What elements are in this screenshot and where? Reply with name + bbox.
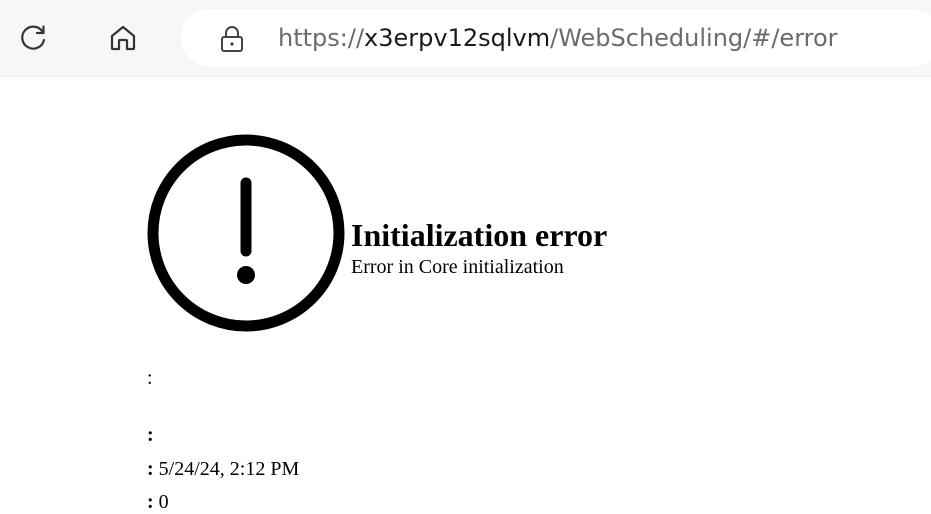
home-icon bbox=[110, 25, 136, 51]
browser-toolbar: https://x3erpv12sqlvm/WebScheduling/#/er… bbox=[0, 0, 931, 77]
refresh-icon bbox=[21, 25, 46, 50]
detail-line: : 0 bbox=[147, 490, 169, 514]
error-title: Initialization error bbox=[351, 217, 608, 253]
detail-line: : 5/24/24, 2:12 PM bbox=[147, 457, 299, 481]
error-message: Error in Core initialization bbox=[351, 256, 564, 278]
url-text[interactable]: https://x3erpv12sqlvm/WebScheduling/#/er… bbox=[278, 23, 838, 53]
detail-value: 0 bbox=[158, 491, 169, 513]
detail-label: : bbox=[147, 424, 154, 446]
refresh-button[interactable] bbox=[14, 18, 54, 58]
detail-label: : bbox=[147, 367, 153, 389]
error-page: Initialization error Error in Core initi… bbox=[0, 77, 931, 513]
exclamation-circle-icon bbox=[147, 134, 345, 332]
detail-label: : bbox=[147, 458, 154, 480]
lock-icon[interactable] bbox=[219, 25, 245, 53]
detail-value: 5/24/24, 2:12 PM bbox=[158, 458, 300, 480]
detail-line: : bbox=[147, 423, 154, 447]
url-scheme: https:// bbox=[278, 24, 365, 52]
address-bar[interactable]: https://x3erpv12sqlvm/WebScheduling/#/er… bbox=[181, 9, 931, 67]
detail-line: : bbox=[147, 366, 153, 390]
detail-label: : bbox=[147, 491, 154, 513]
home-button[interactable] bbox=[103, 18, 143, 58]
url-host: x3erpv12sqlvm bbox=[364, 24, 551, 52]
url-path: /WebScheduling/#/error bbox=[550, 24, 838, 52]
